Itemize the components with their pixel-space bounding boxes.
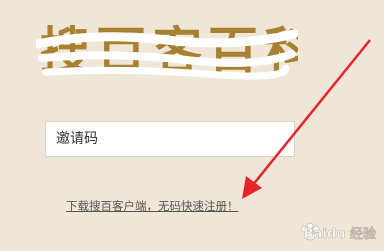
download-client-link[interactable]: 下载搜百客户端，无码快速注册！ xyxy=(66,198,239,214)
svg-text:Baidu 经验: Baidu 经验 xyxy=(304,226,377,242)
baidu-watermark: Baidu 经验 xyxy=(300,222,377,242)
invite-code-input[interactable] xyxy=(45,121,295,157)
app-logo: 搜百客百科 xyxy=(36,21,298,80)
